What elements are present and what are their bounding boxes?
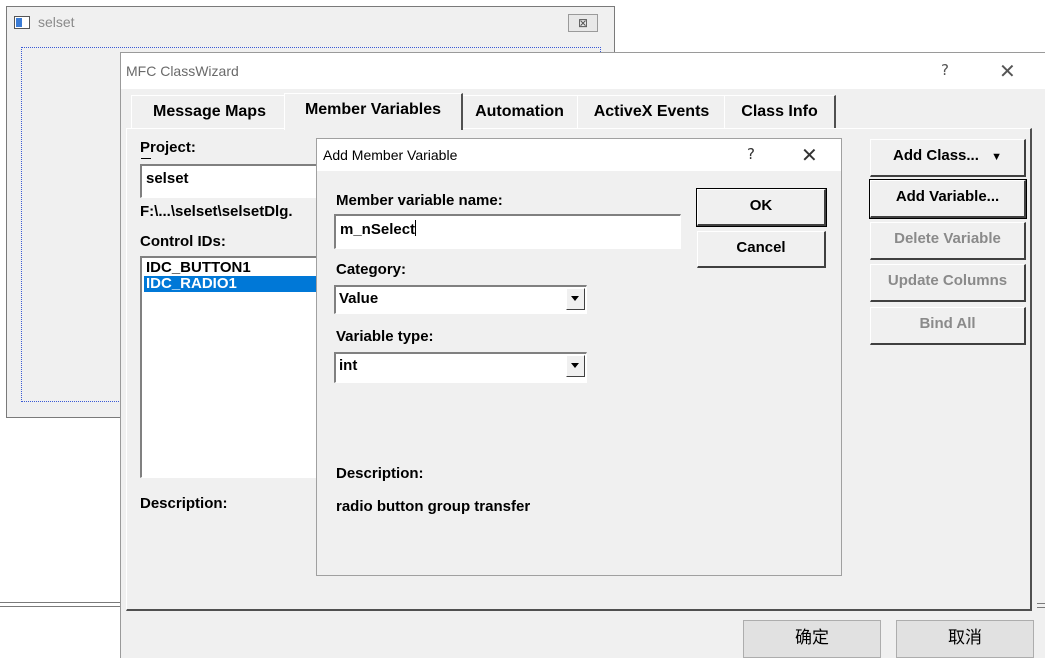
delete-variable-button[interactable]: Delete Variable [870,222,1026,260]
ok-button[interactable]: OK [696,188,827,227]
help-icon[interactable]: ? [747,145,755,163]
selset-title: selset [38,14,75,30]
help-icon[interactable]: ? [941,61,949,79]
accelerator-underline [141,158,151,159]
category-select[interactable]: Value [334,285,587,314]
classwizard-titlebar[interactable]: MFC ClassWizard ? ✕ [121,53,1045,89]
app-icon [14,16,30,29]
category-label: Category: [336,261,407,278]
add-variable-button[interactable]: Add Variable... [869,179,1027,219]
tab-message-maps[interactable]: Message Maps [131,95,289,128]
divider [0,606,120,607]
selset-titlebar[interactable]: selset ⊠ [7,7,614,37]
text-caret [415,220,417,236]
member-variable-name-input[interactable]: m_nSelect [334,214,681,249]
chevron-down-icon [571,296,579,301]
close-icon[interactable]: ✕ [999,59,1016,83]
control-ids-list[interactable]: IDC_BUTTON1 IDC_RADIO1 [140,256,346,478]
add-member-variable-titlebar[interactable]: Add Member Variable ? ✕ [317,139,841,171]
cancel-button[interactable]: Cancel [697,231,826,268]
divider [0,602,120,603]
dropdown-button[interactable] [566,288,585,310]
member-variable-name-value: m_nSelect [340,221,416,238]
close-icon[interactable]: ✕ [801,143,818,167]
member-variable-name-label: Member variable name: [336,192,503,209]
add-class-label: Add Class... [893,147,979,164]
description-label: Description: [140,495,228,512]
tab-member-variables[interactable]: Member Variables [284,93,463,130]
variable-type-label: Variable type: [336,328,434,345]
dropdown-button[interactable] [566,355,585,377]
divider [1037,607,1045,608]
divider [1037,603,1045,604]
class-path-text: F:\...\selset\selsetDlg. [140,203,293,220]
add-class-button[interactable]: Add Class... ▼ [870,139,1026,177]
tab-activex-events[interactable]: ActiveX Events [577,95,727,128]
cancel-button[interactable]: 取消 [896,620,1034,658]
bind-all-button[interactable]: Bind All [870,307,1026,345]
add-member-variable-dialog: Add Member Variable ? ✕ Member variable … [316,138,842,576]
chevron-down-icon [571,363,579,368]
add-member-variable-title: Add Member Variable [323,147,458,163]
tab-class-info[interactable]: Class Info [724,95,836,128]
close-icon[interactable]: ⊠ [568,14,598,32]
amv-description-label: Description: [336,465,424,482]
amv-description-text: radio button group transfer [336,498,531,515]
control-ids-label: Control IDs: [140,233,226,250]
ok-button[interactable]: 确定 [743,620,881,658]
classwizard-title: MFC ClassWizard [126,63,239,79]
variable-type-value: int [339,357,358,374]
update-columns-button[interactable]: Update Columns [870,264,1026,302]
category-value: Value [339,290,379,307]
variable-type-select[interactable]: int [334,352,587,383]
project-label: Project: [140,139,196,156]
chevron-down-icon: ▼ [991,151,1002,163]
tab-automation[interactable]: Automation [460,95,580,128]
